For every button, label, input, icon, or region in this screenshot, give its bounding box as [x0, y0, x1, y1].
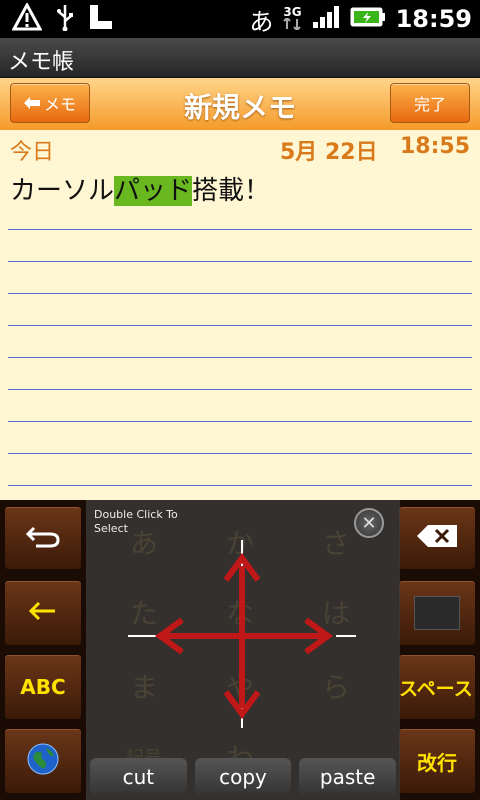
warning-icon: [11, 1, 43, 35]
ruled-lines: [8, 198, 472, 500]
memo-text-selection: パッド: [114, 176, 193, 206]
memo-editor[interactable]: 今日 5月 22日 18:55 カーソルパッド搭載！: [0, 130, 480, 500]
abc-mode-key[interactable]: ABC: [4, 654, 82, 720]
clipboard-actions: cut copy paste: [86, 754, 400, 800]
signal-icon: [312, 5, 340, 33]
status-bar: あ 3G 18:59: [0, 0, 480, 38]
app-title-bar: メモ帳: [0, 38, 480, 78]
date-label: 今日: [10, 140, 55, 165]
status-notifications: [11, 1, 114, 35]
usb-icon: [56, 3, 74, 35]
memo-time: 18:55: [399, 134, 470, 159]
blank-key-face: [414, 596, 460, 630]
memo-date-row: 今日 5月 22日 18:55: [10, 134, 470, 165]
ime-indicator: あ: [249, 7, 274, 36]
memo-date: 5月 22日: [280, 140, 378, 165]
cursor-arrows-icon: [128, 540, 356, 728]
undo-icon: [25, 524, 60, 553]
enter-key[interactable]: 改行: [398, 728, 476, 794]
cursor-pad[interactable]: Double Click To Select ✕ cut copy paste: [86, 500, 400, 800]
clock: 18:59: [395, 5, 472, 33]
network-3g-icon: 3G: [283, 5, 302, 32]
undo-key[interactable]: [4, 506, 82, 570]
paste-button[interactable]: paste: [299, 758, 397, 796]
battery-icon: [350, 6, 386, 32]
memo-header: メモ 新規メモ 完了: [0, 78, 480, 130]
space-key[interactable]: スペース: [398, 654, 476, 720]
memo-text-after: 搭載！: [192, 176, 271, 206]
globe-icon: [26, 742, 60, 781]
cut-button[interactable]: cut: [90, 758, 187, 796]
globe-key[interactable]: [4, 728, 82, 794]
memo-text[interactable]: カーソルパッド搭載！: [10, 170, 270, 207]
cursor-left-key[interactable]: [4, 580, 82, 646]
network-type: 3G: [283, 5, 302, 19]
backspace-key[interactable]: [398, 506, 476, 570]
sd-card-icon: [88, 3, 114, 35]
copy-button[interactable]: copy: [194, 758, 292, 796]
arrow-left-icon: [28, 601, 57, 625]
app-title: メモ帳: [8, 50, 75, 75]
done-button[interactable]: 完了: [390, 83, 470, 123]
backspace-icon: [416, 524, 458, 553]
blank-key[interactable]: [398, 580, 476, 646]
memo-text-before: カーソル: [10, 176, 115, 206]
